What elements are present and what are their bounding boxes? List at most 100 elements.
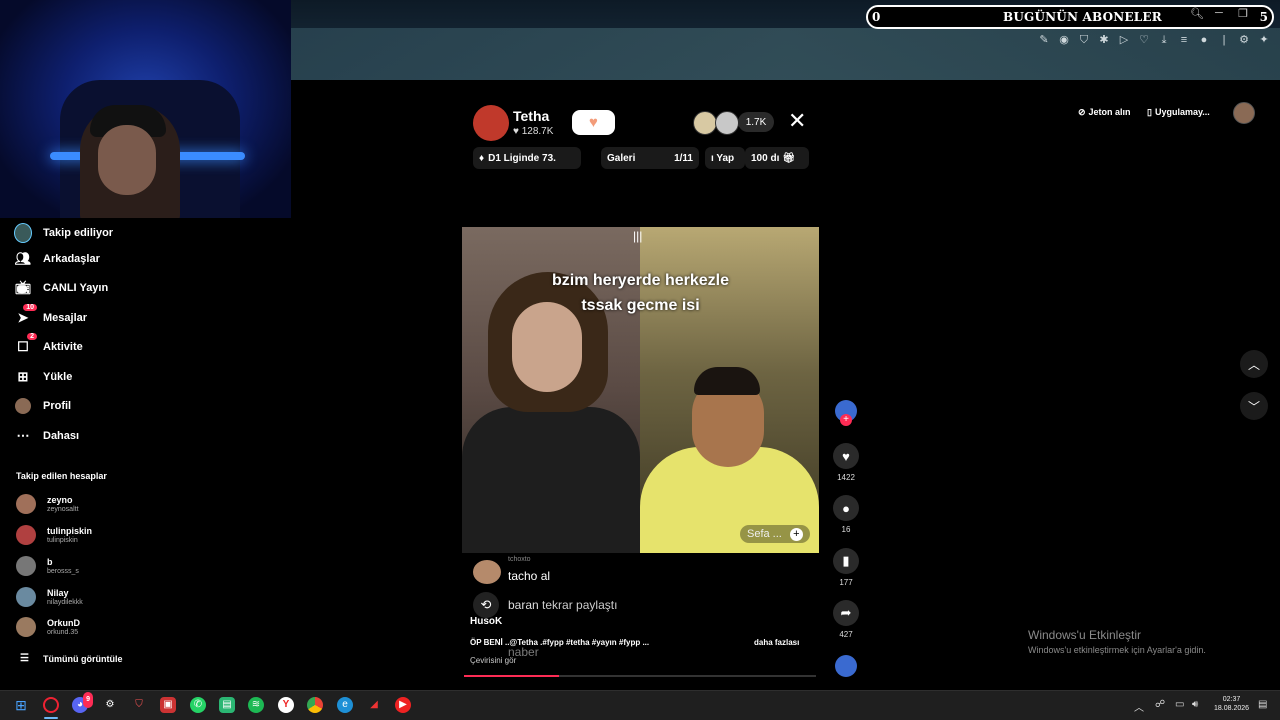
profile-icon[interactable]: ●: [1198, 34, 1210, 46]
see-more-link[interactable]: daha fazlası: [754, 638, 799, 647]
goal-pill[interactable]: ı Yap: [705, 147, 745, 169]
sidebar-item-more[interactable]: ⋯ Dahası: [14, 425, 80, 447]
like-action[interactable]: ♥ 1422: [832, 443, 860, 482]
video-caption: bzim heryerde herkezle tssak gecme isi: [462, 268, 819, 318]
tray-chevron-icon[interactable]: ︿: [1134, 699, 1144, 714]
share-action[interactable]: ➦ 427: [832, 600, 860, 639]
see-all-button[interactable]: ☰ Tümünü görüntüle: [20, 653, 122, 664]
windows-start-icon[interactable]: ⊞: [13, 697, 29, 713]
taskbar-clock[interactable]: 02:37 18.08.2026: [1214, 695, 1249, 713]
sidebar-item-live[interactable]: 📺︎ CANLI Yayın: [14, 277, 108, 299]
extension-icon[interactable]: ✱: [1098, 34, 1110, 46]
yandex-icon[interactable]: Y: [278, 697, 294, 713]
followed-account[interactable]: b berosss_s: [16, 556, 79, 576]
get-app-button[interactable]: ▯ Uygulamay...: [1147, 101, 1210, 123]
list-icon: ☰: [20, 653, 29, 664]
app-icon[interactable]: ⚙: [102, 697, 118, 713]
viewer-avatar[interactable]: [715, 111, 739, 135]
sidebar-item-friends[interactable]: 👥︎ Arkadaşlar: [14, 248, 100, 270]
followed-account[interactable]: zeyno zeynosaltt: [16, 494, 79, 514]
browser-toolbar: ✎ ◉ ⛉ ✱ ▷ ♡ ⤓ ≡ ● | ⚙ ✦: [1038, 34, 1270, 46]
get-coins-label: Jeton alın: [1088, 107, 1131, 117]
monitor-icon[interactable]: ▭: [1175, 699, 1184, 710]
app-icon[interactable]: ▤: [219, 697, 235, 713]
list-icon[interactable]: ≡: [1178, 34, 1190, 46]
discord-icon[interactable]: ◕ 9: [72, 692, 93, 713]
gallery-pill[interactable]: Galeri 1/11: [601, 147, 699, 169]
search-icon[interactable]: 🔍︎: [1190, 7, 1204, 20]
upload-icon: ⊞: [17, 369, 29, 384]
get-coins-button[interactable]: ⊘ Jeton alın: [1078, 101, 1131, 123]
followed-account[interactable]: OrkunD orkund.35: [16, 617, 80, 637]
play-icon[interactable]: ▷: [1118, 34, 1130, 46]
opera-icon[interactable]: [43, 697, 59, 713]
cohost-name: Sefa ...: [747, 528, 782, 540]
account-name: zeyno: [47, 494, 73, 505]
webcam-feed: [0, 0, 291, 218]
follow-button[interactable]: ♥: [572, 110, 615, 135]
volume-icon[interactable]: 🔊︎: [1192, 699, 1198, 710]
heart-icon: ♥: [833, 443, 859, 469]
cohost-tag[interactable]: Sefa ... +: [740, 525, 810, 543]
gallery-count: 1/11: [674, 152, 693, 164]
edge-icon[interactable]: e: [337, 697, 353, 713]
app-icon[interactable]: ◢: [366, 697, 382, 713]
followed-account[interactable]: Nilay nilaydilekkk: [16, 587, 83, 607]
chrome-icon[interactable]: [307, 697, 323, 713]
share-icon: ➦: [833, 600, 859, 626]
followed-account[interactable]: tulinpiskin tulinpiskin: [16, 525, 92, 545]
creator-follow[interactable]: +: [832, 400, 860, 426]
chevron-down-icon[interactable]: ﹀: [1240, 392, 1268, 420]
download-icon[interactable]: ⤓: [1158, 34, 1170, 46]
comment-text: tacho al: [508, 569, 551, 583]
music-disc[interactable]: [832, 655, 860, 677]
edit-icon[interactable]: ✎: [1038, 34, 1050, 46]
account-handle: berosss_s: [47, 567, 79, 575]
host-likes: ♥ 128.7K: [513, 126, 553, 137]
media-icon[interactable]: ▶: [395, 697, 411, 713]
save-count: 177: [839, 578, 853, 587]
sidebar-item-messages[interactable]: ➤ 10 Mesajlar: [14, 304, 87, 329]
user-avatar[interactable]: [1233, 102, 1255, 124]
whatsapp-icon[interactable]: ✆: [190, 697, 206, 713]
sidebar-item-activity[interactable]: ☐ 2 Aktivite: [14, 333, 83, 358]
close-icon[interactable]: ✕: [788, 108, 806, 134]
network-app-icon[interactable]: ☍: [1155, 699, 1165, 710]
share-count: 427: [839, 630, 853, 639]
shield-icon[interactable]: ⛉: [1078, 34, 1090, 46]
comment-icon: ●: [833, 495, 859, 521]
chevron-up-icon[interactable]: ︿: [1240, 350, 1268, 378]
video-progress[interactable]: [464, 675, 816, 677]
minimize-icon[interactable]: ─: [1215, 7, 1223, 19]
sidebar-item-following[interactable]: Takip ediliyor: [14, 222, 113, 244]
host-avatar[interactable]: [473, 105, 509, 141]
comment-avatar[interactable]: [473, 560, 501, 584]
brave-icon[interactable]: ⛉: [131, 697, 147, 713]
viewer-avatar[interactable]: [693, 111, 717, 135]
account-name: tulinpiskin: [47, 525, 92, 536]
see-all-label: Tümünü görüntüle: [42, 653, 123, 664]
league-pill[interactable]: ♦ D1 Liginde 73.: [473, 147, 581, 169]
viewer-count[interactable]: 1.7K: [738, 112, 774, 132]
ai-icon[interactable]: ✦: [1258, 34, 1270, 46]
sidebar-item-profile[interactable]: Profil: [14, 395, 71, 417]
friends-icon: 👥︎: [14, 251, 32, 266]
translate-link[interactable]: Çevirisini gör: [470, 656, 516, 665]
comment-action[interactable]: ● 16: [832, 495, 860, 534]
gift-pill[interactable]: 100 dı 🎁︎: [745, 147, 809, 169]
sidebar-item-label: Arkadaşlar: [43, 253, 100, 265]
messages-icon: ➤ 10: [14, 304, 37, 327]
restore-icon[interactable]: ❐: [1238, 7, 1248, 20]
video-author[interactable]: HusoK: [470, 616, 502, 627]
sidebar-item-upload[interactable]: ⊞ Yükle: [14, 366, 73, 388]
camera-icon[interactable]: ◉: [1058, 34, 1070, 46]
spotify-icon[interactable]: ≋: [248, 697, 264, 713]
notification-icon[interactable]: ▤: [1258, 699, 1267, 710]
avatar: [16, 494, 36, 514]
settings-icon[interactable]: ⚙: [1238, 34, 1250, 46]
host-name[interactable]: Tetha: [513, 108, 549, 124]
heart-outline-icon[interactable]: ♡: [1138, 34, 1150, 46]
avatar: [16, 587, 36, 607]
app-icon[interactable]: ▣: [160, 697, 176, 713]
save-action[interactable]: ▮ 177: [832, 548, 860, 587]
